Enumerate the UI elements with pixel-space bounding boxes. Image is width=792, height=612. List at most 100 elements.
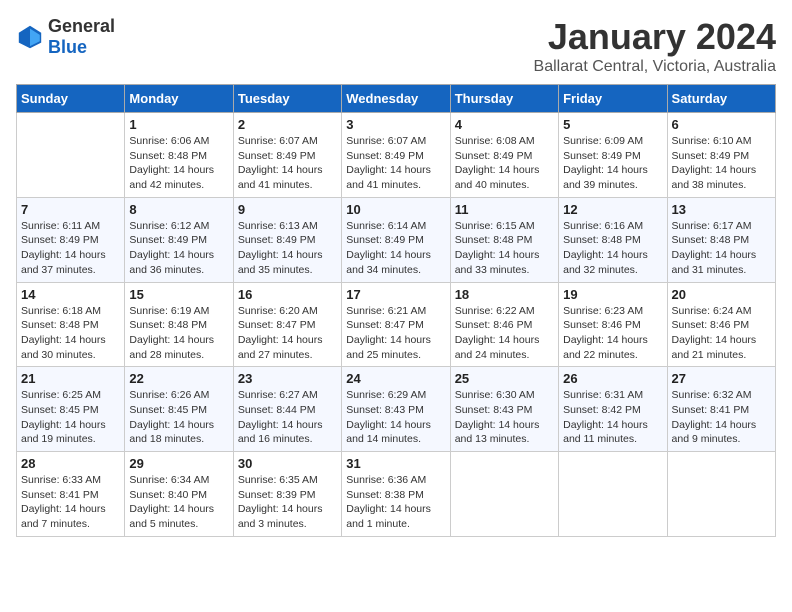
calendar-cell: 1 Sunrise: 6:06 AMSunset: 8:48 PMDaylight… <box>125 113 233 198</box>
day-info: Sunrise: 6:29 AMSunset: 8:43 PMDaylight:… <box>346 388 445 447</box>
day-info: Sunrise: 6:16 AMSunset: 8:48 PMDaylight:… <box>563 219 662 278</box>
calendar-cell: 23Sunrise: 6:27 AMSunset: 8:44 PMDayligh… <box>233 367 341 452</box>
day-number: 14 <box>21 287 120 302</box>
day-number: 20 <box>672 287 771 302</box>
day-info: Sunrise: 6:32 AMSunset: 8:41 PMDaylight:… <box>672 388 771 447</box>
day-number: 29 <box>129 456 228 471</box>
calendar-cell: 31Sunrise: 6:36 AMSunset: 8:38 PMDayligh… <box>342 452 450 537</box>
day-number: 1 <box>129 117 228 132</box>
calendar-cell: 7 Sunrise: 6:11 AMSunset: 8:49 PMDaylight… <box>17 197 125 282</box>
calendar-cell: 18 Sunrise: 6:22 AMSunset: 8:46 PMDayligh… <box>450 282 558 367</box>
calendar-cell: 8 Sunrise: 6:12 AMSunset: 8:49 PMDaylight… <box>125 197 233 282</box>
calendar-header-row: SundayMondayTuesdayWednesdayThursdayFrid… <box>17 85 776 113</box>
calendar-cell: 24 Sunrise: 6:29 AMSunset: 8:43 PMDayligh… <box>342 367 450 452</box>
calendar-header-thursday: Thursday <box>450 85 558 113</box>
calendar-cell: 22 Sunrise: 6:26 AMSunset: 8:45 PMDayligh… <box>125 367 233 452</box>
day-number: 22 <box>129 371 228 386</box>
calendar-cell: 20 Sunrise: 6:24 AMSunset: 8:46 PMDayligh… <box>667 282 775 367</box>
day-info: Sunrise: 6:23 AMSunset: 8:46 PMDaylight:… <box>563 304 662 363</box>
day-info: Sunrise: 6:13 AMSunset: 8:49 PMDaylight:… <box>238 219 337 278</box>
calendar-cell: 17 Sunrise: 6:21 AMSunset: 8:47 PMDayligh… <box>342 282 450 367</box>
day-info: Sunrise: 6:18 AMSunset: 8:48 PMDaylight:… <box>21 304 120 363</box>
calendar-cell: 10 Sunrise: 6:14 AMSunset: 8:49 PMDayligh… <box>342 197 450 282</box>
day-number: 30 <box>238 456 337 471</box>
day-info: Sunrise: 6:07 AMSunset: 8:49 PMDaylight:… <box>238 134 337 193</box>
day-info: Sunrise: 6:35 AMSunset: 8:39 PMDaylight:… <box>238 473 337 532</box>
calendar-cell <box>667 452 775 537</box>
day-info: Sunrise: 6:12 AMSunset: 8:49 PMDaylight:… <box>129 219 228 278</box>
calendar-cell: 15Sunrise: 6:19 AMSunset: 8:48 PMDayligh… <box>125 282 233 367</box>
logo-icon <box>16 23 44 51</box>
day-info: Sunrise: 6:10 AMSunset: 8:49 PMDaylight:… <box>672 134 771 193</box>
calendar-header-monday: Monday <box>125 85 233 113</box>
calendar-cell <box>450 452 558 537</box>
logo: General Blue <box>16 16 115 58</box>
calendar-week-4: 21 Sunrise: 6:25 AMSunset: 8:45 PMDayligh… <box>17 367 776 452</box>
day-number: 31 <box>346 456 445 471</box>
calendar-cell: 25 Sunrise: 6:30 AMSunset: 8:43 PMDayligh… <box>450 367 558 452</box>
day-number: 24 <box>346 371 445 386</box>
day-number: 2 <box>238 117 337 132</box>
calendar-header-tuesday: Tuesday <box>233 85 341 113</box>
day-info: Sunrise: 6:06 AMSunset: 8:48 PMDaylight:… <box>129 134 228 193</box>
calendar-week-5: 28 Sunrise: 6:33 AMSunset: 8:41 PMDayligh… <box>17 452 776 537</box>
calendar-cell: 30 Sunrise: 6:35 AMSunset: 8:39 PMDayligh… <box>233 452 341 537</box>
day-info: Sunrise: 6:33 AMSunset: 8:41 PMDaylight:… <box>21 473 120 532</box>
day-info: Sunrise: 6:24 AMSunset: 8:46 PMDaylight:… <box>672 304 771 363</box>
day-info: Sunrise: 6:31 AMSunset: 8:42 PMDaylight:… <box>563 388 662 447</box>
day-number: 25 <box>455 371 554 386</box>
sub-title: Ballarat Central, Victoria, Australia <box>534 58 776 76</box>
calendar-header-friday: Friday <box>559 85 667 113</box>
calendar-cell: 19 Sunrise: 6:23 AMSunset: 8:46 PMDayligh… <box>559 282 667 367</box>
day-number: 9 <box>238 202 337 217</box>
day-info: Sunrise: 6:14 AMSunset: 8:49 PMDaylight:… <box>346 219 445 278</box>
calendar-cell: 26 Sunrise: 6:31 AMSunset: 8:42 PMDayligh… <box>559 367 667 452</box>
calendar-cell: 14 Sunrise: 6:18 AMSunset: 8:48 PMDayligh… <box>17 282 125 367</box>
day-number: 5 <box>563 117 662 132</box>
calendar-week-1: 1 Sunrise: 6:06 AMSunset: 8:48 PMDaylight… <box>17 113 776 198</box>
day-number: 27 <box>672 371 771 386</box>
calendar-cell: 13Sunrise: 6:17 AMSunset: 8:48 PMDayligh… <box>667 197 775 282</box>
day-info: Sunrise: 6:22 AMSunset: 8:46 PMDaylight:… <box>455 304 554 363</box>
day-info: Sunrise: 6:30 AMSunset: 8:43 PMDaylight:… <box>455 388 554 447</box>
day-number: 18 <box>455 287 554 302</box>
day-number: 10 <box>346 202 445 217</box>
calendar-cell: 3Sunrise: 6:07 AMSunset: 8:49 PMDaylight… <box>342 113 450 198</box>
day-number: 26 <box>563 371 662 386</box>
calendar-cell: 29 Sunrise: 6:34 AMSunset: 8:40 PMDayligh… <box>125 452 233 537</box>
day-number: 17 <box>346 287 445 302</box>
calendar-cell: 2 Sunrise: 6:07 AMSunset: 8:49 PMDaylight… <box>233 113 341 198</box>
day-info: Sunrise: 6:21 AMSunset: 8:47 PMDaylight:… <box>346 304 445 363</box>
day-number: 4 <box>455 117 554 132</box>
day-number: 7 <box>21 202 120 217</box>
logo-general: General <box>48 16 115 36</box>
day-info: Sunrise: 6:09 AMSunset: 8:49 PMDaylight:… <box>563 134 662 193</box>
day-info: Sunrise: 6:19 AMSunset: 8:48 PMDaylight:… <box>129 304 228 363</box>
calendar-cell: 21 Sunrise: 6:25 AMSunset: 8:45 PMDayligh… <box>17 367 125 452</box>
day-number: 28 <box>21 456 120 471</box>
day-number: 8 <box>129 202 228 217</box>
day-number: 12 <box>563 202 662 217</box>
day-info: Sunrise: 6:20 AMSunset: 8:47 PMDaylight:… <box>238 304 337 363</box>
day-info: Sunrise: 6:07 AMSunset: 8:49 PMDaylight:… <box>346 134 445 193</box>
day-number: 16 <box>238 287 337 302</box>
calendar-cell: 16 Sunrise: 6:20 AMSunset: 8:47 PMDayligh… <box>233 282 341 367</box>
day-number: 21 <box>21 371 120 386</box>
calendar-header-saturday: Saturday <box>667 85 775 113</box>
calendar-week-3: 14 Sunrise: 6:18 AMSunset: 8:48 PMDayligh… <box>17 282 776 367</box>
day-number: 13 <box>672 202 771 217</box>
calendar-cell: 6 Sunrise: 6:10 AMSunset: 8:49 PMDaylight… <box>667 113 775 198</box>
day-number: 6 <box>672 117 771 132</box>
day-info: Sunrise: 6:25 AMSunset: 8:45 PMDaylight:… <box>21 388 120 447</box>
day-number: 19 <box>563 287 662 302</box>
day-info: Sunrise: 6:26 AMSunset: 8:45 PMDaylight:… <box>129 388 228 447</box>
main-title: January 2024 <box>534 16 776 58</box>
day-number: 23 <box>238 371 337 386</box>
calendar-table: SundayMondayTuesdayWednesdayThursdayFrid… <box>16 84 776 537</box>
day-info: Sunrise: 6:34 AMSunset: 8:40 PMDaylight:… <box>129 473 228 532</box>
calendar-cell: 12 Sunrise: 6:16 AMSunset: 8:48 PMDayligh… <box>559 197 667 282</box>
calendar-cell <box>17 113 125 198</box>
day-info: Sunrise: 6:11 AMSunset: 8:49 PMDaylight:… <box>21 219 120 278</box>
day-number: 11 <box>455 202 554 217</box>
calendar-header-wednesday: Wednesday <box>342 85 450 113</box>
